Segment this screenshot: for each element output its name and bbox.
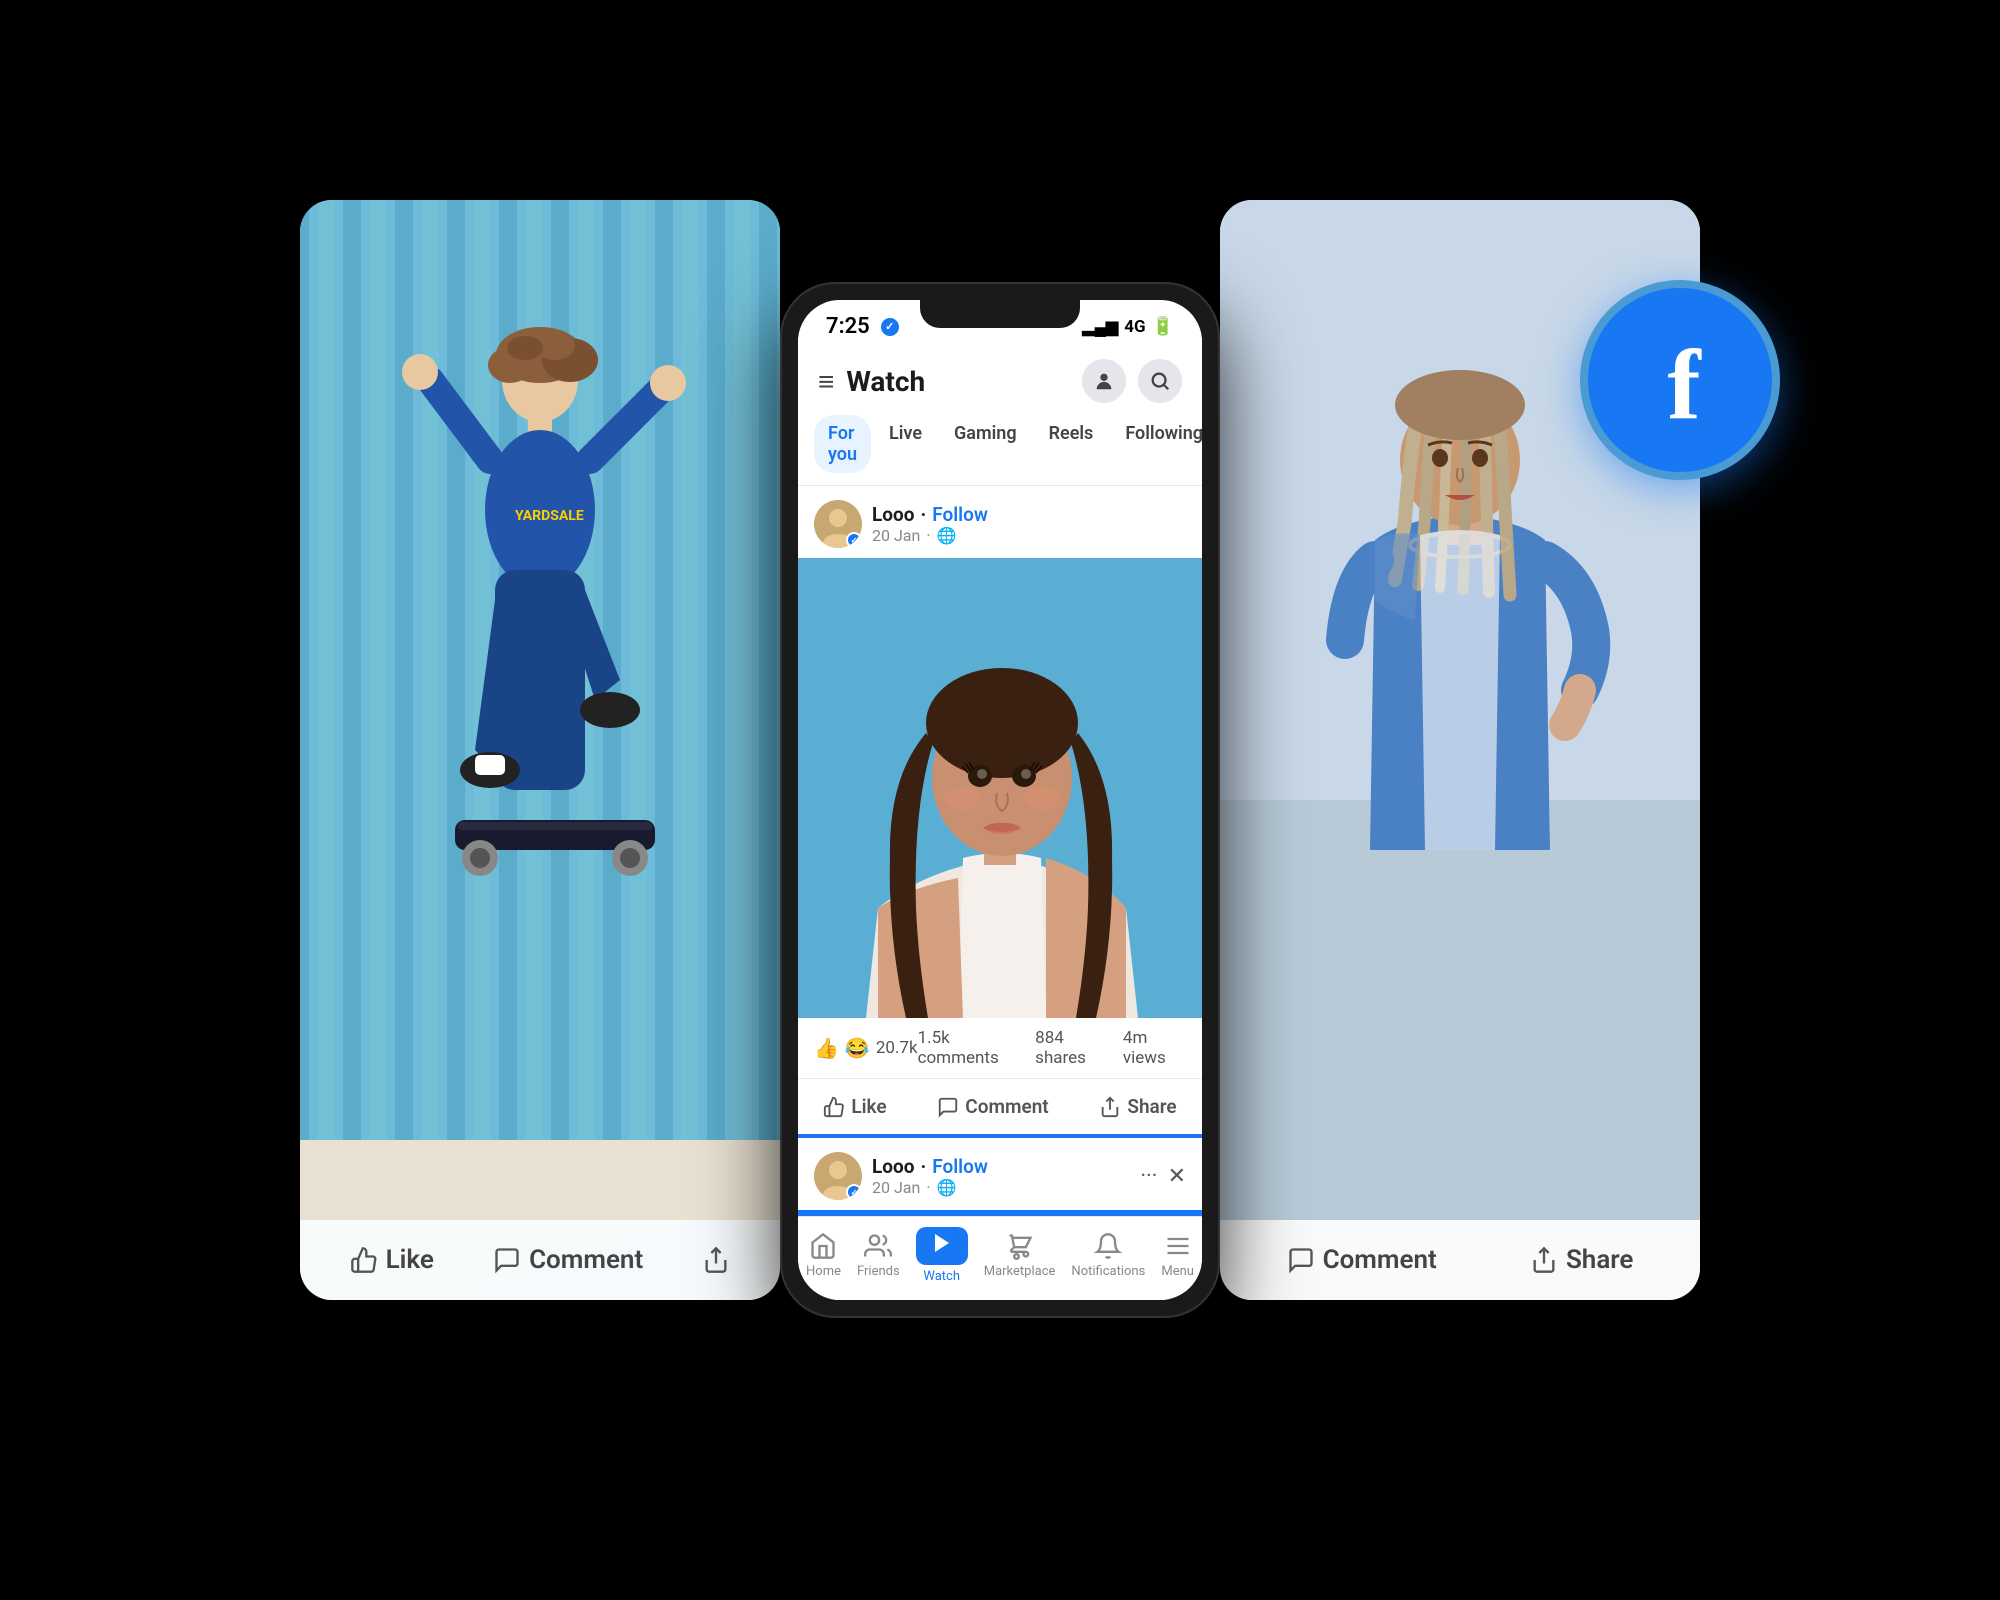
app-header: ≡ Watch [798, 347, 1202, 415]
hamburger-icon[interactable]: ≡ [818, 365, 834, 398]
post-2-user-info: Looo · Follow 20 Jan · 🌐 [872, 1155, 988, 1197]
share-button[interactable]: Share [1083, 1087, 1192, 1126]
post-2-follow-button[interactable]: Follow [932, 1155, 988, 1178]
reactions-container: 👍 😂 20.7k [814, 1036, 918, 1060]
left-card: YARDSALE Like Comment [300, 200, 780, 1300]
post-2-header: Looo · Follow 20 Jan · 🌐 ·· [814, 1152, 1186, 1200]
nav-marketplace[interactable]: Marketplace [984, 1232, 1056, 1279]
left-comment-button[interactable]: Comment [493, 1245, 643, 1275]
post-1-avatar [814, 500, 862, 548]
right-comment-label: Comment [1323, 1245, 1437, 1275]
like-button[interactable]: Like [807, 1087, 902, 1126]
post-1-stats: 👍 😂 20.7k 1.5k comments 884 shares 4m vi… [798, 1018, 1202, 1079]
page-title: Watch [846, 365, 925, 398]
phone-notch [920, 300, 1080, 328]
nav-home-label: Home [806, 1264, 841, 1279]
right-share-button[interactable]: Share [1530, 1245, 1633, 1275]
right-share-label: Share [1566, 1245, 1633, 1275]
post-2-header-left: Looo · Follow 20 Jan · 🌐 [814, 1152, 988, 1200]
left-like-button[interactable]: Like [350, 1245, 434, 1275]
right-comment-button[interactable]: Comment [1287, 1245, 1437, 1275]
post-1-header: Looo · Follow 20 Jan · 🌐 [814, 500, 1186, 548]
post-1-follow-button[interactable]: Follow [932, 503, 988, 526]
more-options-button[interactable]: ··· [1140, 1164, 1157, 1189]
comments-count: 1.5k comments [918, 1028, 1022, 1068]
comment-button[interactable]: Comment [921, 1087, 1064, 1126]
left-share-button[interactable] [702, 1246, 730, 1274]
post-2-avatar [814, 1152, 862, 1200]
like-emoji: 👍 [814, 1036, 839, 1060]
post-1-user-info: Looo · Follow 20 Jan · 🌐 [872, 503, 1186, 545]
main-scene: YARDSALE Like Comment [300, 100, 1700, 1500]
nav-friends-label: Friends [857, 1264, 900, 1279]
bottom-nav: Home Friends [798, 1216, 1202, 1300]
nav-watch-label: Watch [923, 1269, 960, 1284]
nav-menu-label: Menu [1161, 1264, 1194, 1279]
close-post-button[interactable]: ✕ [1168, 1164, 1186, 1189]
post-2-avatar-verified [846, 1184, 862, 1200]
nav-menu[interactable]: Menu [1161, 1232, 1194, 1279]
post-2-actions: ··· ✕ [1140, 1164, 1186, 1189]
avatar-verified-badge [846, 532, 862, 548]
shares-count: 884 shares [1035, 1028, 1109, 1068]
phone-device: 7:25 ✓ ▂▄▆ 4G 🔋 ≡ Watch [780, 282, 1220, 1318]
network-type: 4G [1124, 317, 1145, 337]
nav-notifications[interactable]: Notifications [1071, 1232, 1145, 1279]
phone-screen: 7:25 ✓ ▂▄▆ 4G 🔋 ≡ Watch [798, 300, 1202, 1300]
stats-right: 1.5k comments 884 shares 4m views [918, 1028, 1186, 1068]
post-1-username: Looo · Follow [872, 503, 1186, 526]
post-1-image [798, 558, 1202, 1018]
comment-label: Comment [965, 1095, 1048, 1118]
status-time-container: 7:25 ✓ [826, 314, 899, 339]
verified-badge: ✓ [881, 318, 899, 336]
status-icons: ▂▄▆ 4G 🔋 [1082, 316, 1174, 337]
nav-watch-icon [916, 1227, 968, 1265]
header-left: ≡ Watch [818, 365, 925, 398]
like-label: Like [851, 1095, 886, 1118]
tabs-bar: For you Live Gaming Reels Following [798, 415, 1202, 486]
post-2-meta: 20 Jan · 🌐 [872, 1178, 988, 1197]
post-2: Looo · Follow 20 Jan · 🌐 ·· [798, 1138, 1202, 1200]
left-card-bottom: Like Comment [300, 1220, 780, 1300]
haha-emoji: 😂 [845, 1036, 870, 1060]
post-2-username: Looo · Follow [872, 1155, 988, 1178]
tab-gaming[interactable]: Gaming [940, 415, 1031, 473]
header-icons [1082, 359, 1182, 403]
globe-icon: 🌐 [937, 526, 957, 545]
battery-icon: 🔋 [1152, 316, 1174, 337]
left-comment-label: Comment [529, 1245, 643, 1275]
nav-marketplace-label: Marketplace [984, 1264, 1056, 1279]
nav-home[interactable]: Home [806, 1232, 841, 1279]
tab-reels[interactable]: Reels [1035, 415, 1108, 473]
signal-bars: ▂▄▆ [1082, 317, 1118, 337]
nav-watch[interactable]: Watch [916, 1227, 968, 1284]
right-card-bottom: Comment Share [1220, 1220, 1700, 1300]
profile-icon-button[interactable] [1082, 359, 1126, 403]
tab-for-you[interactable]: For you [814, 415, 871, 473]
post-2-globe-icon: 🌐 [937, 1178, 957, 1197]
left-like-label: Like [386, 1245, 434, 1275]
post-1-meta: 20 Jan · 🌐 [872, 526, 1186, 545]
views-count: 4m views [1123, 1028, 1186, 1068]
facebook-f-letter: f [1667, 335, 1700, 435]
post-1-action-bar: Like Comment Share [798, 1079, 1202, 1138]
reactions-count: 20.7k [876, 1038, 918, 1058]
search-icon-button[interactable] [1138, 359, 1182, 403]
facebook-logo: f [1580, 280, 1780, 480]
post-1: Looo · Follow 20 Jan · 🌐 [798, 486, 1202, 548]
nav-notifications-label: Notifications [1071, 1264, 1145, 1279]
tab-live[interactable]: Live [875, 415, 936, 473]
left-card-bg: YARDSALE [300, 200, 780, 1300]
svg-text:YARDSALE: YARDSALE [515, 508, 584, 524]
time-display: 7:25 [826, 314, 870, 339]
nav-friends[interactable]: Friends [857, 1232, 900, 1279]
share-label: Share [1127, 1095, 1176, 1118]
tab-following[interactable]: Following [1111, 415, 1202, 473]
